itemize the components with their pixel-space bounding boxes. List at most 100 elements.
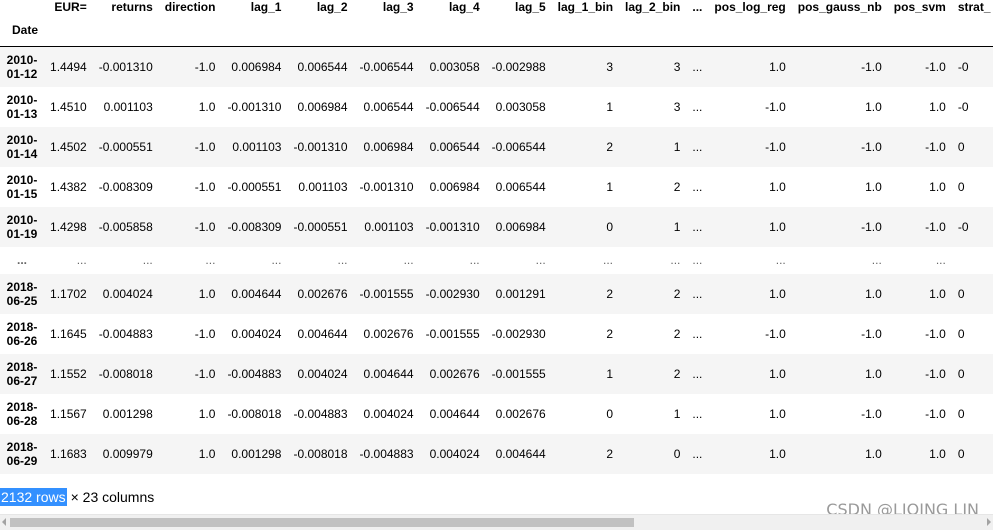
table-row: 2010- 01-14 1.4502 -0.000551 -1.0 0.001103 -0.…	[0, 126, 993, 167]
horizontal-scrollbar[interactable]	[0, 514, 993, 530]
table-cell: -1.0	[925, 59, 946, 74]
table-cell: 0	[673, 446, 681, 461]
table-cell: ...	[603, 253, 614, 267]
table-cell: 1.4298	[50, 219, 87, 234]
table-cell: 0.006984	[495, 219, 546, 234]
index-name-row: Date	[0, 14, 993, 47]
table-cell: 2	[606, 326, 614, 341]
row-index-date: 2010- 01-19	[0, 207, 44, 247]
table-cell: 1.0	[769, 219, 786, 234]
table-row: 2010- 01-15 1.4382 -0.008309 -1.0 -0.000551 0.…	[0, 166, 993, 207]
column-header: lag_5	[514, 0, 546, 14]
table-cell: 1.0	[929, 286, 946, 301]
table-cell: -1.0	[925, 326, 946, 341]
table-cell: -0	[957, 59, 969, 74]
table-cell: ...	[692, 406, 703, 421]
table-cell: 0.002676	[297, 286, 348, 301]
table-cell: 1.0	[769, 366, 786, 381]
scrollbar-thumb[interactable]	[10, 518, 634, 527]
column-header-row: EUR= returns direction lag_1 lag_2 lag_3 lag_4…	[0, 0, 993, 14]
table-cell: ...	[142, 253, 153, 267]
table-cell: -1.0	[925, 406, 946, 421]
table-cell: -1.0	[765, 99, 786, 114]
table-cell: -0.001555	[359, 286, 414, 301]
table-cell: ...	[76, 253, 87, 267]
date-part: 2010-	[6, 132, 38, 147]
table-cell: -0.008018	[293, 446, 348, 461]
table-row: 2018- 06-27 1.1552 -0.008018 -1.0 -0.004883 0.…	[0, 353, 993, 394]
table-cell: 1.4510	[50, 99, 87, 114]
table-cell: ...	[692, 446, 703, 461]
column-header: lag_2	[316, 0, 348, 14]
date-part: 01-15	[6, 186, 38, 201]
date-part: 01-19	[6, 226, 38, 241]
table-cell: -0.005858	[98, 219, 153, 234]
table-cell: 1.0	[865, 179, 882, 194]
table-cell: 1.1683	[50, 446, 87, 461]
table-body: 2010- 01-12 1.4494 -0.001310 -1.0 0.006984 0.0…	[0, 46, 993, 474]
table-cell: -1.0	[765, 139, 786, 154]
table-cell: 1.0	[929, 99, 946, 114]
date-part: 2010-	[6, 212, 38, 227]
table-cell: 1.0	[198, 99, 216, 114]
table-cell: -0.008309	[227, 219, 282, 234]
date-part: 2018-	[6, 319, 38, 334]
table-cell: ...	[871, 253, 882, 267]
table-cell: 0.003058	[429, 59, 480, 74]
table-cell: ...	[469, 253, 480, 267]
dataframe-output: EUR= returns direction lag_1 lag_2 lag_3 lag_4…	[0, 0, 993, 512]
table-cell: ...	[535, 253, 546, 267]
table-cell: -0.004883	[293, 406, 348, 421]
column-header: EUR=	[54, 0, 87, 14]
table-cell: 2	[673, 286, 681, 301]
table-cell: 1.0	[198, 286, 216, 301]
date-part: 06-29	[6, 453, 38, 468]
row-index-date: 2010- 01-12	[0, 47, 44, 87]
table-cell: 0.001298	[231, 446, 282, 461]
table-cell: 2	[673, 366, 681, 381]
table-cell: 0.006544	[429, 139, 480, 154]
table-cell: 0.004644	[231, 286, 282, 301]
table-cell: 2	[673, 326, 681, 341]
table-cell: -0.001310	[359, 179, 414, 194]
table-cell: 1.0	[929, 179, 946, 194]
table-cell: 0.004024	[297, 366, 348, 381]
table-cell: -1.0	[861, 219, 882, 234]
table-row: 2018- 06-28 1.1567 0.001298 1.0 -0.008018 -0.0…	[0, 393, 993, 434]
row-count-text[interactable]: 2132 rows	[0, 488, 67, 506]
table-cell: 1.4382	[50, 179, 87, 194]
column-header: direction	[164, 0, 216, 14]
table-cell: 0	[606, 219, 614, 234]
table-cell: 0.006544	[297, 59, 348, 74]
table-cell: -1.0	[194, 139, 216, 154]
table-cell: -0.001310	[98, 59, 153, 74]
table-header: EUR= returns direction lag_1 lag_2 lag_3 lag_4…	[0, 0, 993, 47]
table-cell: 2	[606, 286, 614, 301]
column-header: lag_2_bin	[625, 0, 681, 14]
column-header: pos_gauss_nb	[797, 0, 882, 14]
table-cell: 0.006544	[495, 179, 546, 194]
table-cell: -0.004883	[227, 366, 282, 381]
index-header-blank	[0, 0, 44, 14]
table-cell: 1.0	[769, 179, 786, 194]
table-cell: -0.001555	[425, 326, 480, 341]
table-cell: -1.0	[765, 326, 786, 341]
table-cell: 1	[606, 366, 614, 381]
table-cell: 0.001298	[102, 406, 153, 421]
table-cell: 1.4502	[50, 139, 87, 154]
table-cell: 0	[957, 366, 965, 381]
table-cell: 1.0	[198, 446, 216, 461]
table-cell: ...	[670, 253, 681, 267]
table-cell: ...	[692, 286, 703, 301]
table-cell: ...	[271, 253, 282, 267]
table-cell: 1.1645	[50, 326, 87, 341]
scroll-left-icon[interactable]	[2, 518, 6, 526]
scroll-right-icon[interactable]	[987, 518, 991, 526]
date-part: ...	[17, 253, 28, 267]
table-cell: ...	[692, 366, 703, 381]
table-cell: 1.0	[865, 99, 882, 114]
table-row: 2010- 01-13 1.4510 0.001103 1.0 -0.001310 0.00…	[0, 86, 993, 127]
table-cell: ...	[692, 253, 703, 267]
table-cell: 0.004644	[363, 366, 414, 381]
table-cell: 0.006984	[363, 139, 414, 154]
